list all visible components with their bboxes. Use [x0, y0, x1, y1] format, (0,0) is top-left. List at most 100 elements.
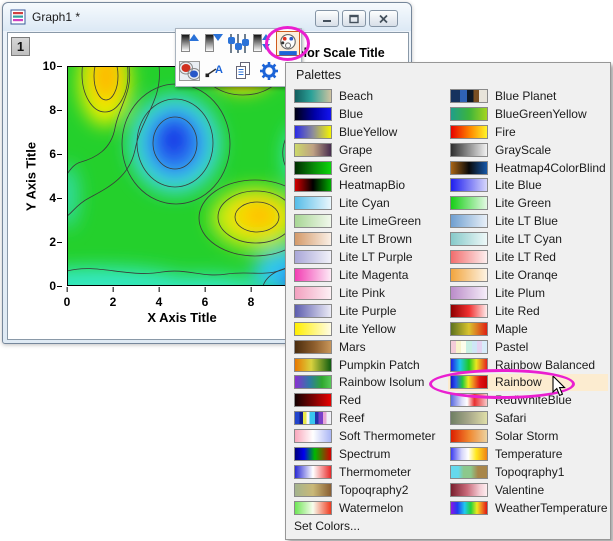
palette-swatch: [450, 393, 488, 408]
palette-menu-item[interactable]: Temperature: [448, 445, 608, 463]
settings-button[interactable]: [258, 59, 281, 84]
contour-plot[interactable]: [67, 66, 297, 286]
palette-label: Lite Yellow: [339, 321, 396, 336]
palette-menu-item[interactable]: Lite LT Red: [448, 248, 608, 266]
palette-menu-item[interactable]: Safari: [448, 409, 608, 427]
window-titlebar[interactable]: Graph1 *: [3, 3, 411, 31]
palette-menu-item[interactable]: Pumpkin Patch: [292, 356, 444, 374]
palette-label: Thermometer: [339, 464, 412, 479]
palette-menu-item[interactable]: Heatmap4ColorBlind: [448, 159, 608, 177]
palette-menu-item[interactable]: Blue Planet: [448, 87, 608, 105]
palette-swatch: [450, 303, 488, 318]
x-axis-tick-label: 4: [155, 287, 163, 309]
palette-label: Solar Storm: [495, 429, 559, 444]
x-axis-ticks: 0246810: [64, 287, 304, 309]
palette-label: Beach: [339, 88, 374, 103]
graph-window-icon: [10, 9, 26, 25]
fill-contour-button[interactable]: [178, 59, 201, 84]
palette-menu-item[interactable]: Rainbow: [448, 373, 608, 392]
palette-menu-item[interactable]: Lite LT Purple: [292, 248, 444, 266]
palette-label: Lite Red: [495, 303, 540, 318]
palette-swatch: [450, 357, 488, 372]
palette-menu-item[interactable]: Lite Plum: [448, 284, 608, 302]
palette-menu-item[interactable]: RedWhiteBlue: [448, 391, 608, 409]
palette-menu-item[interactable]: Maple: [448, 320, 608, 338]
palette-swatch: [294, 232, 332, 247]
palette-menu-item[interactable]: Lite LimeGreen: [292, 212, 444, 230]
set-levels-button[interactable]: [226, 31, 249, 56]
close-button[interactable]: [369, 10, 398, 27]
palette-swatch: [450, 321, 488, 336]
palette-menu-item[interactable]: Soft Thermometer: [292, 427, 444, 445]
palette-menu-item[interactable]: Mars: [292, 338, 444, 356]
palette-swatch: [450, 214, 488, 229]
palette-menu-item[interactable]: Lite LT Blue: [448, 212, 608, 230]
palette-swatch: [294, 214, 332, 229]
set-colors-item[interactable]: Set Colors...: [294, 519, 360, 533]
palette-menu-item[interactable]: Lite LT Cyan: [448, 230, 608, 248]
gear-icon: [260, 62, 278, 80]
palette-menu-item[interactable]: Reef: [292, 409, 444, 427]
palette-menu-item[interactable]: Lite Blue: [448, 177, 608, 195]
palette-label: Spectrum: [339, 447, 391, 462]
palette-menu-item[interactable]: Grape: [292, 141, 444, 159]
palette-menu-item[interactable]: Lite Red: [448, 302, 608, 320]
palette-label: Lite LimeGreen: [339, 214, 422, 229]
add-label-button[interactable]: A: [204, 59, 227, 84]
palette-label: Lite Purple: [339, 303, 397, 318]
palette-menu-item[interactable]: Lite Oranqe: [448, 266, 608, 284]
palette-swatch: [450, 429, 488, 444]
copy-format-button[interactable]: [232, 59, 255, 84]
palette-menu-item[interactable]: Lite Yellow: [292, 320, 444, 338]
palette-label: RedWhiteBlue: [495, 393, 572, 408]
palette-menu-item[interactable]: Rainbow Balanced: [448, 356, 608, 374]
palette-menu-item[interactable]: Valentine: [448, 481, 608, 499]
maximize-button[interactable]: [342, 10, 366, 27]
palette-menu-item[interactable]: Lite Magenta: [292, 266, 444, 284]
palette-menu-item[interactable]: Topoqraphy2: [292, 481, 444, 499]
increase-levels-button[interactable]: [178, 31, 201, 56]
palette-swatch: [294, 124, 332, 139]
palette-menu-item[interactable]: Thermometer: [292, 463, 444, 481]
palette-swatch: [450, 268, 488, 283]
palette-menu-item[interactable]: Red: [292, 391, 444, 409]
palette-swatch: [450, 285, 488, 300]
palette-menu-item[interactable]: Blue: [292, 105, 444, 123]
palette-menu-item[interactable]: WeatherTemperature: [448, 499, 608, 517]
palette-menu-item[interactable]: Fire: [448, 123, 608, 141]
palette-menu-item[interactable]: GrayScale: [448, 141, 608, 159]
move-levels-button[interactable]: [250, 31, 273, 56]
y-axis-title: Y Axis Title: [23, 141, 39, 212]
decrease-levels-button[interactable]: [202, 31, 225, 56]
palette-label: Topoqraphy1: [495, 464, 565, 479]
palette-swatch: [294, 393, 332, 408]
palette-menu-item[interactable]: Rainbow Isolum: [292, 374, 444, 392]
palette-menu-item[interactable]: BlueGreenYellow: [448, 105, 608, 123]
palette-menu-item[interactable]: HeatmapBio: [292, 177, 444, 195]
palette-menu-item[interactable]: Beach: [292, 87, 444, 105]
palette-menu-item[interactable]: Lite Green: [448, 194, 608, 212]
palette-swatch: [294, 482, 332, 497]
x-axis-tick-label: 6: [201, 287, 209, 309]
minimize-button[interactable]: [315, 10, 339, 27]
palette-swatch: [450, 482, 488, 497]
palettes-column-right: Blue Planet BlueGreenYellow Fire GraySca…: [448, 87, 608, 517]
palettes-button[interactable]: [276, 31, 300, 56]
palette-menu-item[interactable]: BlueYellow: [292, 123, 444, 141]
palette-menu-item[interactable]: Watermelon: [292, 499, 444, 517]
copy-icon: [236, 62, 250, 79]
palette-menu-item[interactable]: Lite Cyan: [292, 194, 444, 212]
layer-1-button[interactable]: 1: [11, 37, 30, 56]
palette-menu-item[interactable]: Lite LT Brown: [292, 230, 444, 248]
palette-menu-item[interactable]: Solar Storm: [448, 427, 608, 445]
palette-menu-item[interactable]: Spectrum: [292, 445, 444, 463]
y-axis-tick-label: 4: [49, 191, 62, 205]
palette-menu-item[interactable]: Pastel: [448, 338, 608, 356]
palette-swatch: [450, 411, 488, 426]
palette-menu-item[interactable]: Lite Pink: [292, 284, 444, 302]
palette-menu-item[interactable]: Topoqraphy1: [448, 463, 608, 481]
palette-menu-item[interactable]: Lite Purple: [292, 302, 444, 320]
y-axis-tick-label: 0: [49, 279, 62, 293]
palette-menu-item[interactable]: Green: [292, 159, 444, 177]
slider-knob-icon: [241, 39, 249, 46]
